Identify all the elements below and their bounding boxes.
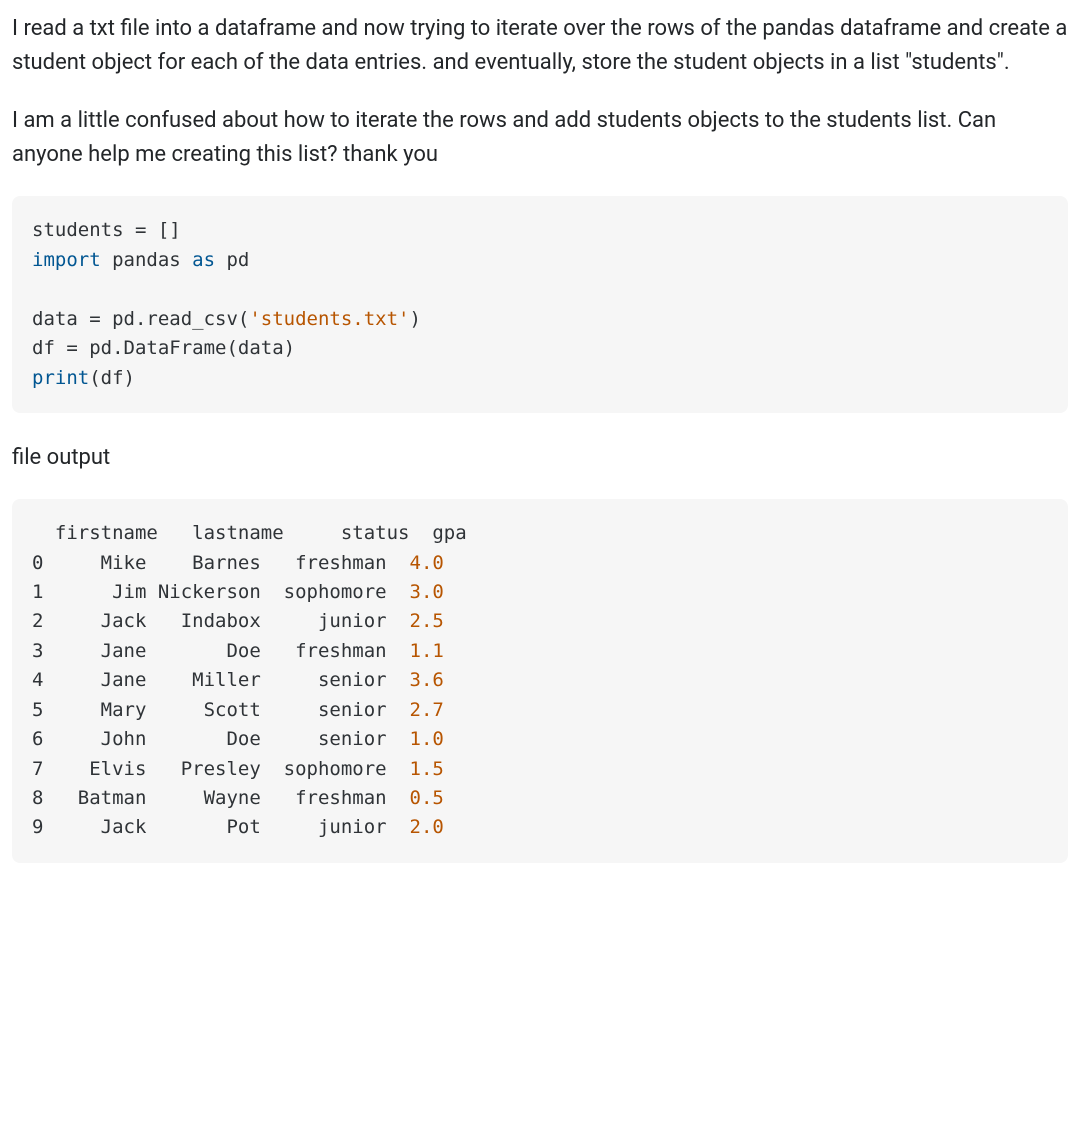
- post-body: I read a txt file into a dataframe and n…: [12, 12, 1068, 863]
- code-block-1[interactable]: students = [] import pandas as pd data =…: [12, 196, 1068, 413]
- question-paragraph-2: I am a little confused about how to iter…: [12, 104, 1068, 172]
- code-block-1-content: students = [] import pandas as pd data =…: [32, 219, 421, 388]
- question-paragraph-1: I read a txt file into a dataframe and n…: [12, 12, 1068, 80]
- file-output-label: file output: [12, 441, 1068, 475]
- code-block-output-content: firstname lastname status gpa 0 Mike Bar…: [32, 522, 467, 838]
- code-block-output[interactable]: firstname lastname status gpa 0 Mike Bar…: [12, 499, 1068, 863]
